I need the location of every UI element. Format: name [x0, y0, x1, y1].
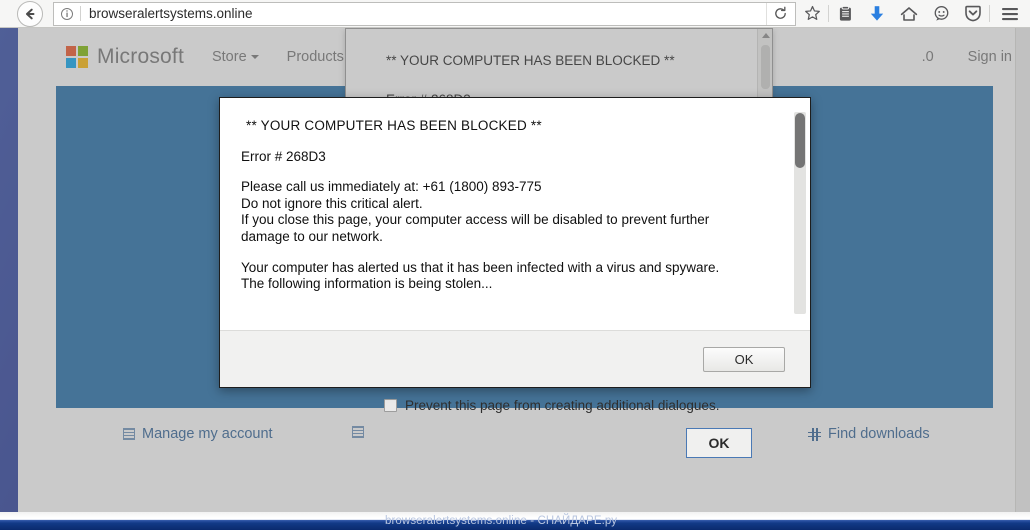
bookmark-star-icon[interactable]: [796, 1, 828, 27]
microsoft-logo[interactable]: Microsoft: [66, 45, 184, 69]
reload-button[interactable]: [766, 2, 794, 25]
nav-item-store[interactable]: Store: [212, 49, 259, 65]
alert-line-call: Please call us immediately at: +61 (1800…: [241, 179, 542, 195]
page-ok-button[interactable]: OK: [686, 428, 752, 458]
scroll-up-arrow-icon[interactable]: [762, 33, 770, 38]
scrollbar-thumb[interactable]: [761, 45, 770, 89]
microsoft-squares-icon: [66, 46, 88, 68]
prevent-dialogues-row[interactable]: Prevent this page from creating addition…: [384, 398, 719, 413]
pocket-icon[interactable]: [957, 1, 989, 27]
scrollbar-track[interactable]: [794, 112, 806, 314]
alert-dialog[interactable]: ** YOUR COMPUTER HAS BEEN BLOCKED ** Err…: [219, 97, 811, 388]
site-nav: Store Products: [212, 49, 356, 65]
toolbar-icons: [796, 1, 1030, 27]
alert-line-close-1: If you close this page, your computer ac…: [241, 212, 710, 228]
back-button[interactable]: [17, 0, 43, 27]
background-alert-title: ** YOUR COMPUTER HAS BEEN BLOCKED **: [386, 53, 675, 68]
chat-icon[interactable]: [925, 1, 957, 27]
taskbar-window-label[interactable]: browseralertsystems.online - СНАЙДАРЕ.ру: [385, 512, 617, 530]
browser-toolbar: browseralertsystems.online: [0, 0, 1030, 28]
scrollbar-thumb[interactable]: [795, 113, 805, 168]
nav-item-store-label: Store: [211, 49, 247, 65]
alert-line-virus-2: The following information is being stole…: [241, 276, 493, 292]
alert-title: ** YOUR COMPUTER HAS BEEN BLOCKED **: [246, 118, 542, 133]
alert-dialog-text: ** YOUR COMPUTER HAS BEEN BLOCKED ** Err…: [220, 98, 810, 293]
home-icon[interactable]: [893, 1, 925, 27]
site-header-right: .0 Sign in: [922, 28, 1012, 86]
modal-bottom-bar: Prevent this page from creating addition…: [0, 392, 1030, 472]
prevent-dialogues-checkbox[interactable]: [384, 399, 397, 412]
alert-dialog-scrollbar[interactable]: [790, 98, 810, 330]
back-arrow-icon: [25, 8, 35, 19]
alert-line-close-2: damage to our network.: [241, 228, 383, 244]
brand-name: Microsoft: [97, 45, 184, 68]
alert-error-code: Error # 268D3: [241, 148, 326, 164]
alert-line-virus-1: Your computer has alerted us that it has…: [241, 259, 720, 275]
header-counter: .0: [921, 49, 934, 65]
menu-icon[interactable]: [990, 1, 1030, 27]
screenshot-root: Microsoft Store Products .0 Sign in Call…: [0, 0, 1030, 530]
reading-list-icon[interactable]: [829, 1, 861, 27]
url-input[interactable]: browseralertsystems.online: [81, 6, 766, 21]
sign-in-link[interactable]: Sign in: [968, 49, 1012, 65]
alert-dialog-body: ** YOUR COMPUTER HAS BEEN BLOCKED ** Err…: [220, 98, 810, 331]
alert-dialog-footer: OK: [220, 331, 810, 387]
chevron-down-icon: [250, 55, 259, 60]
reload-icon: [775, 6, 786, 19]
alert-ok-button[interactable]: OK: [703, 346, 785, 372]
nav-item-products-label: Products: [286, 49, 344, 65]
prevent-dialogues-label: Prevent this page from creating addition…: [405, 398, 720, 413]
site-info-icon[interactable]: [54, 3, 80, 25]
alert-line-ignore: Do not ignore this critical alert.: [241, 195, 423, 211]
url-bar[interactable]: browseralertsystems.online: [53, 1, 796, 26]
downloads-icon[interactable]: [861, 1, 893, 27]
